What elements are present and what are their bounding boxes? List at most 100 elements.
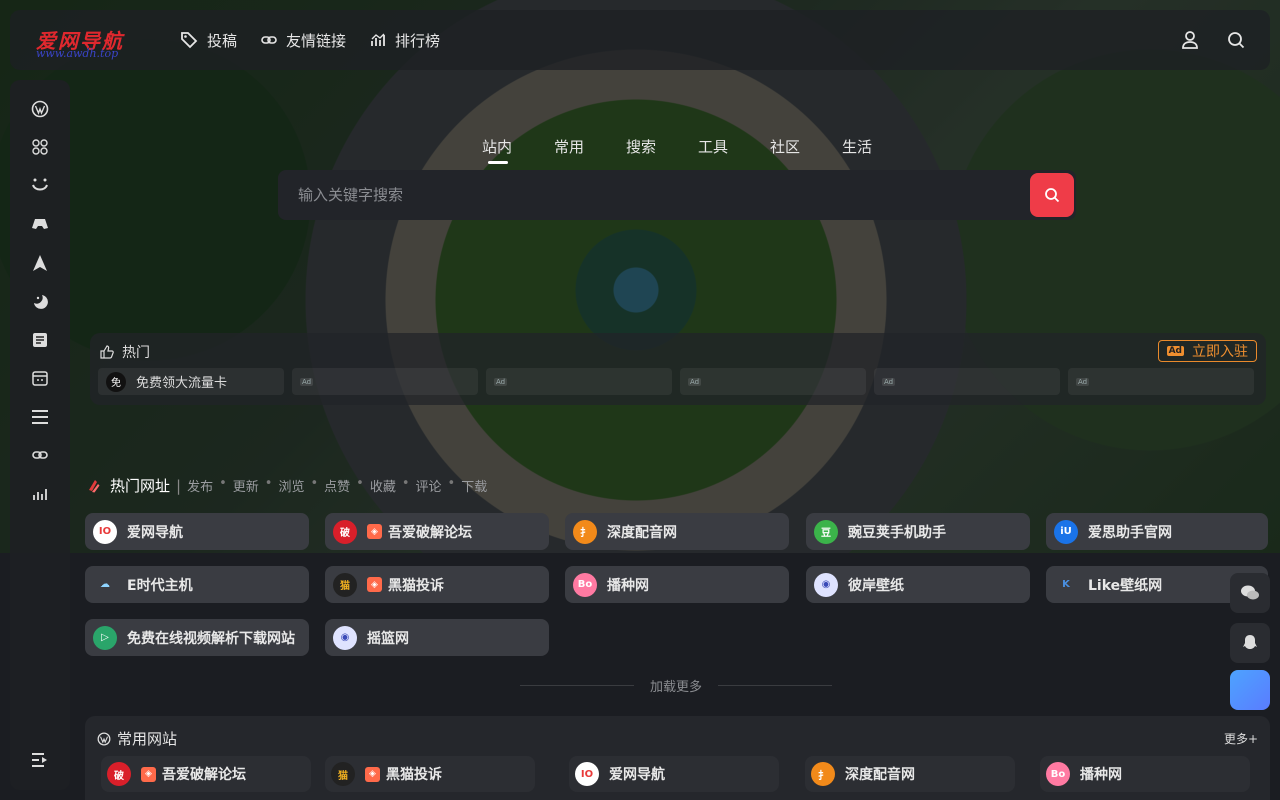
navigation-arrow-icon[interactable] [28,251,52,275]
search-icon[interactable] [1224,28,1248,52]
nav-friend-links[interactable]: 友情链接 [261,30,346,51]
site-card[interactable]: 扌深度配音网 [565,513,789,550]
hot-item-ad[interactable]: Ad [874,368,1060,395]
hot-item-ad[interactable]: Ad [486,368,672,395]
search-icon [1045,188,1060,203]
common-sites-title: 常用网站 [97,728,177,749]
smile-icon[interactable] [28,173,52,197]
user-icon[interactable] [1178,28,1202,52]
site-logo-icon: IO [575,762,599,786]
site-name: 黑猫投诉 [386,767,442,783]
tab-life[interactable]: 生活 [830,136,902,157]
tag-icon [181,32,198,49]
site-card[interactable]: 豆豌豆荚手机助手 [806,513,1030,550]
site-card[interactable]: 破 ◈ 吾爱破解论坛 [325,513,549,550]
hot-panel: 热门 Ad 立即入驻 免 免费领大流量卡 Ad Ad Ad Ad Ad [90,333,1266,405]
filter-dot: • [401,476,410,491]
filter-dot: • [264,476,273,491]
nav-ranking[interactable]: 排行榜 [370,30,440,51]
chart-icon[interactable] [28,482,52,506]
search-box [278,170,1076,220]
wechat-button[interactable] [1230,573,1270,613]
site-card[interactable]: 猫 ◈ 黑猫投诉 [325,566,549,603]
search-input[interactable] [278,170,1030,220]
site-logo-icon: iU [1054,519,1078,544]
wordpress-icon[interactable] [28,97,52,121]
site-card[interactable]: iU 爱思助手官网 [1046,513,1268,550]
filter-downloads[interactable]: 下载 [461,476,487,495]
tab-community[interactable]: 社区 [758,136,830,157]
join-ad-tag: Ad [1166,346,1184,356]
ad-tag: Ad [688,377,702,386]
theme-button[interactable] [1230,670,1270,710]
wordpress-icon [97,732,111,745]
site-card[interactable]: 扌深度配音网 [805,756,1015,792]
search-button[interactable] [1030,173,1074,217]
site-name: 摇篮网 [367,630,409,647]
article-icon[interactable] [28,328,52,352]
left-sidebar [10,80,70,790]
menu-icon[interactable] [28,405,52,429]
apps-grid-icon[interactable] [28,135,52,159]
filter-dot: • [447,476,456,491]
site-card[interactable]: ◉ 摇篮网 [325,619,549,656]
site-name: 吾爱破解论坛 [388,524,472,541]
tab-tools[interactable]: 工具 [686,136,758,157]
ad-tag: Ad [882,377,896,386]
site-card[interactable]: 破 ◈ 吾爱破解论坛 [101,756,311,792]
nav-submit[interactable]: 投稿 [180,30,237,51]
hot-items: 免 免费领大流量卡 Ad Ad Ad Ad Ad [98,368,1262,395]
search-tabs: 站内 常用 搜索 工具 社区 生活 [470,136,902,164]
filter-comments[interactable]: 评论 [416,476,442,495]
hot-item-ad[interactable]: Ad [1068,368,1254,395]
hot-badge-icon: ◈ [367,524,382,539]
site-card[interactable]: Bo 播种网 [565,566,789,603]
common-sites-more-link[interactable]: 更多+ [1224,730,1258,747]
site-card[interactable]: IO 爱网导航 [85,513,309,550]
site-name: 豌豆荚手机助手 [848,524,946,541]
site-logo-icon: Bo [573,572,597,597]
site-name: 播种网 [607,577,649,594]
calendar-icon[interactable] [28,366,52,390]
collapse-sidebar-icon[interactable] [28,748,52,772]
ad-tag: Ad [1076,377,1090,386]
hot-item-ad[interactable]: Ad [680,368,866,395]
site-logo-icon: ◉ [333,625,357,650]
hot-item-free-card[interactable]: 免 免费领大流量卡 [98,368,284,395]
gamepad-icon[interactable] [28,212,52,236]
site-name: E时代主机 [127,577,193,594]
site-name: 爱思助手官网 [1088,524,1172,541]
site-card[interactable]: ◉ 彼岸壁纸 [806,566,1030,603]
site-logo-icon: K [1054,572,1078,597]
chain-icon[interactable] [28,443,52,467]
site-logo-icon: ☁ [93,572,117,597]
site-name: 免费在线视频解析下载网站 [127,630,295,647]
moon-icon[interactable] [28,289,52,313]
site-card[interactable]: 猫 ◈ 黑猫投诉 [325,756,535,792]
site-name: 黑猫投诉 [388,577,444,594]
tab-search[interactable]: 搜索 [614,136,686,157]
site-logo-icon: IO [93,519,117,544]
filter-favorites[interactable]: 收藏 [370,476,396,495]
ranking-icon [371,33,385,46]
tab-site[interactable]: 站内 [470,136,542,164]
filter-likes[interactable]: 点赞 [324,476,350,495]
hot-item-ad[interactable]: Ad [292,368,478,395]
site-card[interactable]: Bo 播种网 [1040,756,1250,792]
load-more-button[interactable]: 加载更多 [520,676,832,695]
filter-views[interactable]: 浏览 [278,476,304,495]
tab-common[interactable]: 常用 [542,136,614,157]
filter-dot: • [310,476,319,491]
site-card[interactable]: ☁ E时代主机 [85,566,309,603]
site-card[interactable]: ▷ 免费在线视频解析下载网站 [85,619,309,656]
filter-publish[interactable]: 发布 [187,476,213,495]
filter-update[interactable]: 更新 [233,476,259,495]
join-button[interactable]: Ad 立即入驻 [1157,340,1257,362]
qq-button[interactable] [1230,623,1270,663]
hot-title-label: 热门 [122,345,150,361]
site-card[interactable]: IO 爱网导航 [569,756,779,792]
site-logo[interactable]: 爱网导航 www.awdh.top [34,15,164,65]
site-logo-icon: 破 [333,519,357,544]
hot-item-label: 免费领大流量卡 [136,376,228,391]
site-logo-icon: 猫 [331,762,355,786]
